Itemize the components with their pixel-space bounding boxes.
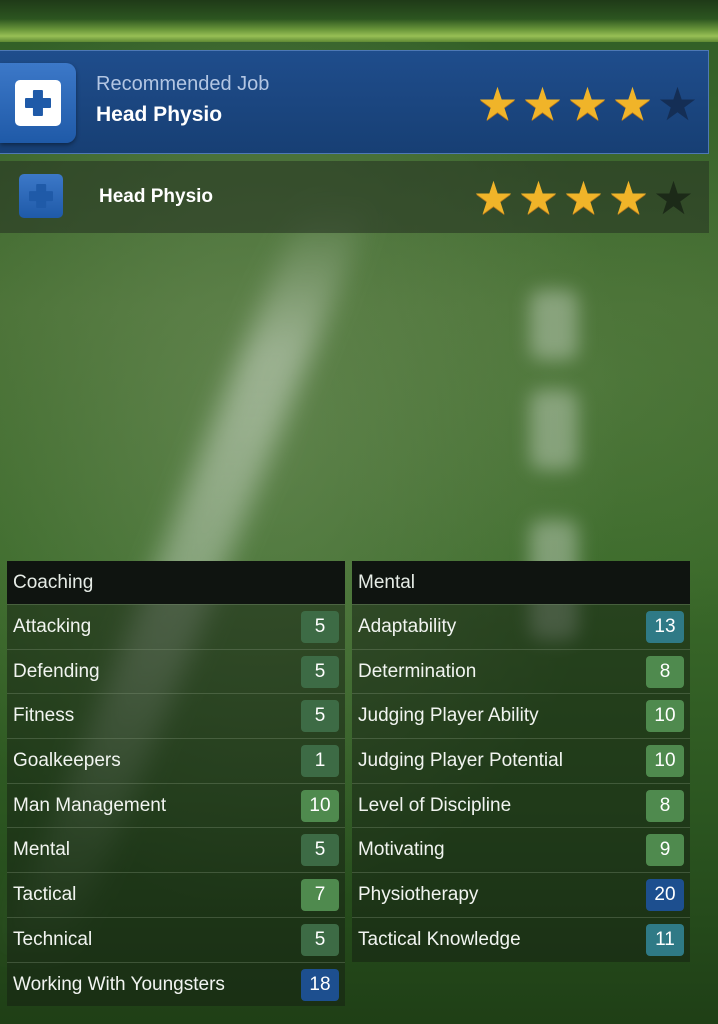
attribute-value-badge: 10	[646, 700, 684, 733]
attribute-value-badge: 8	[646, 655, 684, 688]
attribute-label: Defending	[13, 660, 100, 682]
attribute-value-badge: 10	[646, 745, 684, 778]
recommended-job-title: Head Physio	[96, 103, 223, 126]
attribute-label: Tactical Knowledge	[358, 928, 521, 950]
attribute-value-badge: 13	[646, 611, 684, 643]
attribute-value-badge: 20	[646, 879, 684, 912]
attribute-label: Adaptability	[358, 616, 457, 637]
star-empty-icon: ★	[656, 78, 699, 130]
coaching-header: Coaching	[7, 561, 345, 604]
attribute-value-badge: 10	[301, 789, 339, 822]
attribute-row[interactable]: Goalkeepers 1	[7, 738, 345, 783]
attribute-label: Fitness	[13, 705, 75, 727]
attribute-row[interactable]: Man Management 10	[7, 782, 345, 828]
attribute-row[interactable]: Mental 5	[7, 827, 345, 873]
role-title: Head Physio	[99, 186, 214, 207]
attribute-label: Mental	[13, 839, 71, 861]
attribute-label: Level of Discipline	[358, 794, 512, 816]
attribute-row[interactable]: Defending 5	[7, 648, 345, 694]
attribute-row[interactable]: Judging Player Ability 10	[352, 693, 690, 739]
recommended-star-rating: ★ ★ ★ ★ ★	[475, 81, 700, 127]
attribute-row[interactable]: Attacking 5	[7, 604, 345, 649]
attribute-value-badge: 7	[301, 879, 339, 912]
recommended-job-panel[interactable]: Recommended Job Head Physio ★ ★ ★ ★ ★	[0, 50, 709, 154]
attribute-label: Man Management	[13, 794, 167, 816]
plus-icon	[28, 183, 54, 209]
attribute-label: Tactical	[13, 884, 77, 906]
recommended-job-label: Recommended Job	[96, 73, 270, 95]
attribute-label: Motivating	[358, 839, 445, 861]
attribute-row[interactable]: Judging Player Potential 10	[352, 738, 690, 783]
medical-cross-icon	[0, 63, 76, 143]
top-banner-strip	[0, 0, 718, 42]
star-filled-icon: ★	[521, 78, 564, 130]
star-empty-icon: ★	[652, 172, 695, 224]
attribute-value-badge: 1	[301, 745, 339, 778]
attribute-row[interactable]: Adaptability 13	[352, 604, 690, 649]
attribute-row[interactable]: Determination 8	[352, 648, 690, 694]
role-star-rating: ★ ★ ★ ★ ★	[471, 175, 696, 221]
attribute-row[interactable]: Motivating 9	[352, 827, 690, 873]
attribute-row[interactable]: Physiotherapy 20	[352, 872, 690, 917]
star-filled-icon: ★	[517, 172, 560, 224]
star-filled-icon: ★	[611, 78, 654, 130]
attribute-value-badge: 5	[301, 611, 339, 643]
star-filled-icon: ★	[476, 78, 519, 130]
role-rating-row[interactable]: Head Physio ★ ★ ★ ★ ★	[0, 161, 709, 233]
star-filled-icon: ★	[472, 172, 515, 224]
plus-icon	[15, 80, 61, 126]
attribute-label: Judging Player Potential	[358, 750, 563, 772]
attribute-row[interactable]: Technical 5	[7, 916, 345, 962]
pitch-dash	[530, 390, 578, 470]
attribute-value-badge: 5	[301, 834, 339, 867]
attribute-value-badge: 5	[301, 923, 339, 956]
attribute-row[interactable]: Fitness 5	[7, 693, 345, 739]
attribute-row[interactable]: Tactical 7	[7, 872, 345, 917]
attribute-value-badge: 9	[646, 834, 684, 867]
star-filled-icon: ★	[607, 172, 650, 224]
attribute-label: Judging Player Ability	[358, 705, 539, 727]
pitch-dash	[530, 290, 578, 360]
mental-attributes-panel: Mental Adaptability 13 Determination 8 Judgi…	[352, 561, 690, 962]
attribute-value-badge: 8	[646, 789, 684, 822]
attribute-label: Attacking	[13, 616, 92, 637]
mental-header: Mental	[352, 561, 690, 604]
star-filled-icon: ★	[562, 172, 605, 224]
attribute-label: Working With Youngsters	[13, 973, 225, 995]
attribute-label: Technical	[13, 928, 93, 950]
attribute-value-badge: 18	[301, 968, 339, 1001]
attribute-label: Goalkeepers	[13, 750, 121, 772]
attribute-row[interactable]: Level of Discipline 8	[352, 782, 690, 828]
attribute-label: Physiotherapy	[358, 884, 479, 906]
attribute-value-badge: 11	[646, 923, 684, 956]
coaching-attributes-panel: Coaching Attacking 5 Defending 5 Fitness 5 Goa…	[7, 561, 345, 1007]
attribute-row[interactable]: Working With Youngsters 18	[7, 961, 345, 1007]
star-filled-icon: ★	[566, 78, 609, 130]
attribute-value-badge: 5	[301, 655, 339, 688]
attribute-value-badge: 5	[301, 700, 339, 733]
attribute-row[interactable]: Tactical Knowledge 11	[352, 916, 690, 962]
medical-cross-icon	[19, 174, 63, 218]
attribute-label: Determination	[358, 660, 477, 682]
